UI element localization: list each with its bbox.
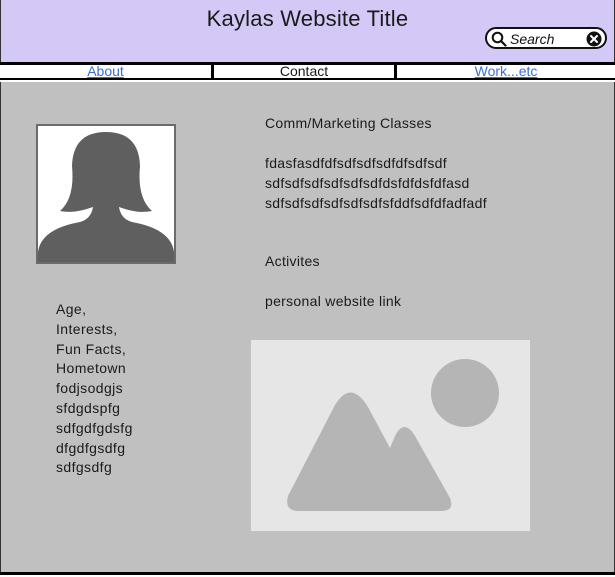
search-input[interactable]: Search <box>485 27 607 49</box>
list-item: sdfgdfgdsfg <box>56 419 133 436</box>
classes-text: fdasfasdfdfsdfsdfsdfdfsdfsdf sdfsdfsdfsd… <box>265 153 487 213</box>
list-item: sdfgsdfg <box>56 459 113 476</box>
page-bottom-border <box>0 572 615 575</box>
search-icon <box>491 31 507 47</box>
list-item: sfdgdspfg <box>56 399 121 416</box>
nav-item-about[interactable]: About <box>0 65 211 78</box>
list-item: dfgdfgsdfg <box>56 439 126 456</box>
person-silhouette-icon <box>36 124 176 264</box>
classes-line: fdasfasdfdfsdfsdfsdfdfsdfsdf <box>265 155 447 171</box>
nav-item-contact[interactable]: Contact <box>214 65 394 78</box>
activities-heading: Activites <box>265 253 320 269</box>
classes-line: sdfsdfsdfsdfsdfsdfsfddfsdfdfadfadf <box>265 195 487 211</box>
personal-website-link[interactable]: personal website link <box>265 293 401 309</box>
list-item: Interests, <box>56 320 118 337</box>
list-item: Age, <box>56 301 87 317</box>
search-placeholder: Search <box>510 31 555 47</box>
classes-heading: Comm/Marketing Classes <box>265 115 432 131</box>
close-icon[interactable] <box>586 31 602 47</box>
list-item: Fun Facts, <box>56 340 127 357</box>
about-details-list: Age, Interests, Fun Facts, Hometown fodj… <box>56 300 216 478</box>
nav-item-work[interactable]: Work...etc <box>397 65 615 78</box>
classes-line: sdfsdfsdfsdfsdfsdfdsfdfdsfdfasd <box>265 175 470 191</box>
list-item: Hometown <box>56 360 127 377</box>
header: Kaylas Website Title Search <box>0 0 615 62</box>
list-item: fodjsodgjs <box>56 380 124 397</box>
nav-bar: About Contact Work...etc <box>0 62 615 80</box>
image-placeholder-icon <box>251 340 530 531</box>
